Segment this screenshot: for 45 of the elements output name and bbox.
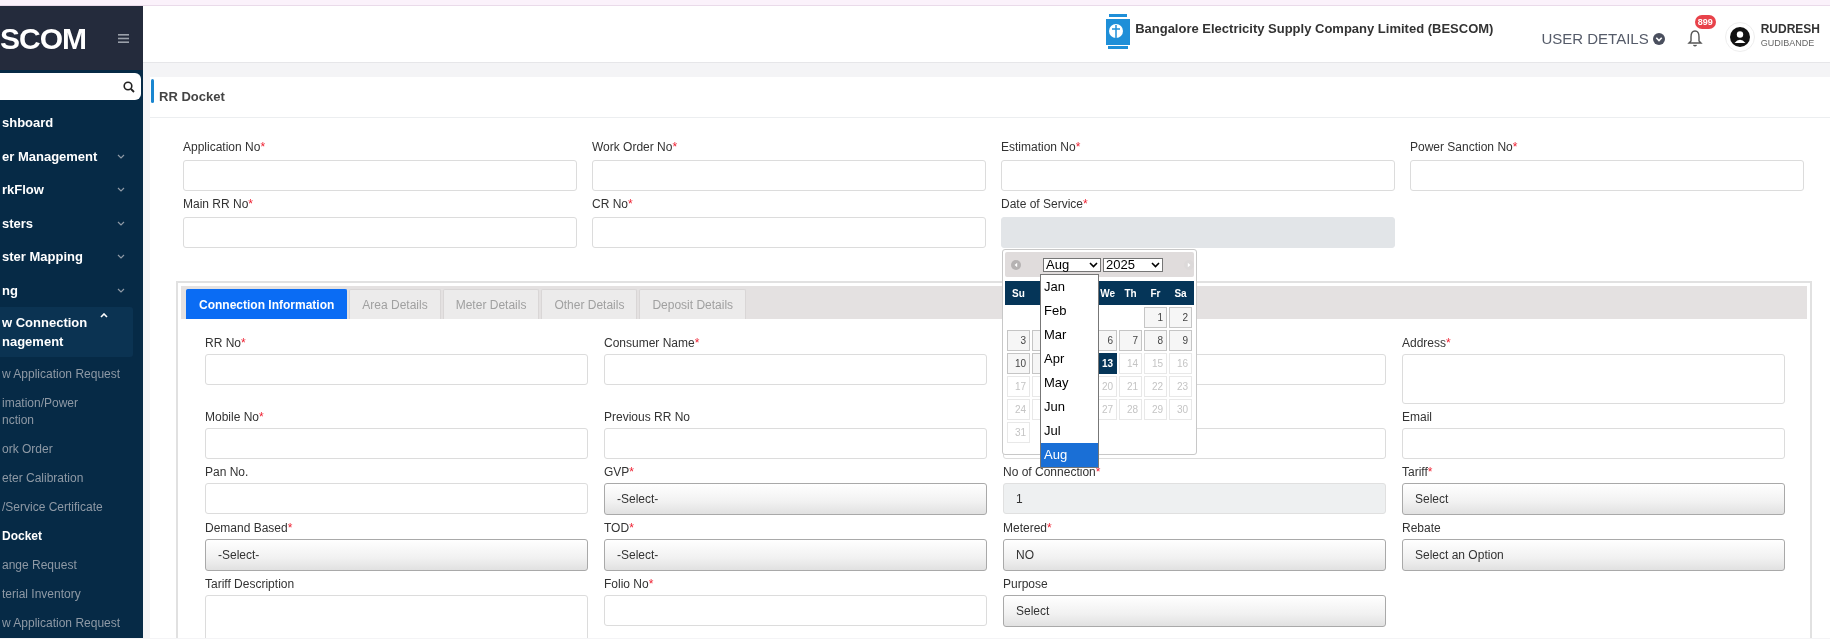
day-cell: 15 [1144, 353, 1167, 374]
user-name: RUDRESH [1760, 22, 1820, 36]
field-label: Folio No* [604, 577, 654, 591]
field-label: Estimation No* [1001, 140, 1081, 154]
day-cell: 28 [1119, 399, 1142, 420]
weekday-label: Sa [1173, 286, 1188, 301]
field-label: Date of Service* [1001, 197, 1088, 211]
day-cell: 22 [1144, 376, 1167, 397]
field-label: Rebate [1402, 521, 1441, 535]
field-label: GVP* [604, 465, 634, 479]
field-label: Pan No. [205, 465, 249, 479]
field-label: Purpose [1003, 577, 1048, 591]
field-label: TOD* [604, 521, 634, 535]
day-cell: 16 [1169, 353, 1192, 374]
field-label: Tariff* [1402, 465, 1433, 479]
field-label: No of Connection* [1003, 465, 1101, 479]
field-label: Demand Based* [205, 521, 293, 535]
field-label: Previous RR No [604, 410, 691, 424]
weekday-label: Th [1123, 286, 1138, 301]
field-label: CR No* [592, 197, 633, 211]
weekday-label: Fr [1149, 286, 1162, 301]
weekday-label: Su [1011, 286, 1026, 301]
field-label: Work Order No* [592, 140, 678, 154]
user-location: GUDIBANDE [1760, 37, 1816, 50]
field-label: Application No* [183, 140, 266, 154]
day-cell: 24 [1007, 399, 1030, 420]
page-title: RR Docket [159, 88, 225, 107]
field-label: Power Sanction No* [1410, 140, 1518, 154]
field-label: RR No* [205, 336, 246, 350]
field-label: Main RR No* [183, 197, 254, 211]
day-cell: 30 [1169, 399, 1192, 420]
day-cell: 21 [1119, 376, 1142, 397]
field-label: Email [1402, 410, 1432, 424]
notification-badge: 899 [1694, 15, 1716, 30]
weekday-label: We [1099, 286, 1116, 301]
field-label: Mobile No* [205, 410, 264, 424]
day-cell: 31 [1007, 422, 1030, 443]
field-label: Tariff Description [205, 577, 295, 591]
field-label: Metered* [1003, 521, 1052, 535]
brand-logo: SCOM [0, 20, 86, 57]
field-label: Address* [1402, 336, 1451, 350]
company-name: Bangalore Electricity Supply Company Limited (BESCOM) [1135, 20, 1494, 38]
field-label: Consumer Name* [604, 336, 700, 350]
day-cell: 23 [1169, 376, 1192, 397]
day-cell: 14 [1119, 353, 1142, 374]
